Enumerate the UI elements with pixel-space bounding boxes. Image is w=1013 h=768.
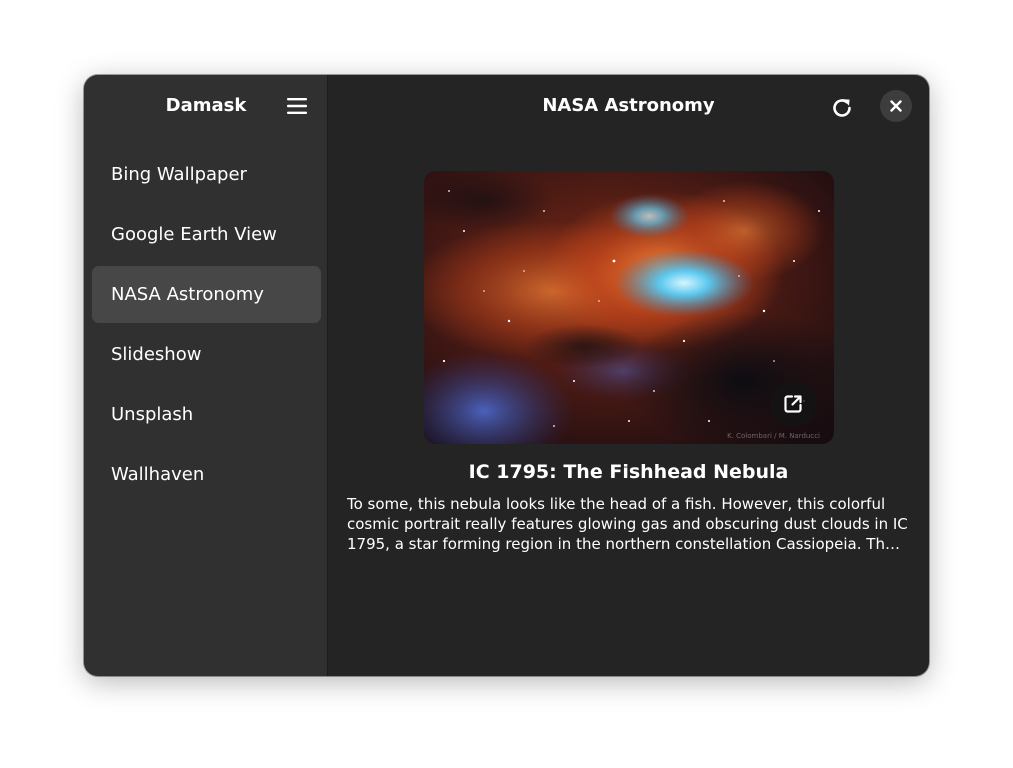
app-window: Damask Bing Wallpaper Google Earth View …	[84, 75, 929, 676]
hamburger-menu-icon	[287, 98, 307, 114]
open-external-button[interactable]	[770, 381, 816, 427]
sidebar-header: Damask	[84, 75, 327, 139]
open-external-icon	[784, 395, 802, 413]
sidebar-item-wallhaven[interactable]: Wallhaven	[92, 446, 321, 503]
close-button[interactable]	[880, 90, 912, 122]
source-list: Bing Wallpaper Google Earth View NASA As…	[92, 146, 321, 506]
content-pane: NASA Astronomy K. Colombari / M. Narducc…	[328, 75, 929, 676]
sidebar-item-nasa-astronomy[interactable]: NASA Astronomy	[92, 266, 321, 323]
sidebar-item-slideshow[interactable]: Slideshow	[92, 326, 321, 383]
sidebar: Damask Bing Wallpaper Google Earth View …	[84, 75, 328, 676]
sidebar-item-unsplash[interactable]: Unsplash	[92, 386, 321, 443]
content-header: NASA Astronomy	[328, 75, 929, 139]
image-credit: K. Colombari / M. Narducci	[727, 432, 820, 440]
refresh-icon	[833, 99, 851, 117]
refresh-button[interactable]	[824, 90, 860, 126]
sidebar-item-bing-wallpaper[interactable]: Bing Wallpaper	[92, 146, 321, 203]
close-icon	[890, 100, 902, 112]
sidebar-item-google-earth-view[interactable]: Google Earth View	[92, 206, 321, 263]
image-title: IC 1795: The Fishhead Nebula	[468, 461, 789, 483]
main-menu-button[interactable]	[280, 89, 314, 123]
image-description: To some, this nebula looks like the head…	[347, 495, 908, 553]
wallpaper-preview: K. Colombari / M. Narducci	[424, 171, 834, 444]
